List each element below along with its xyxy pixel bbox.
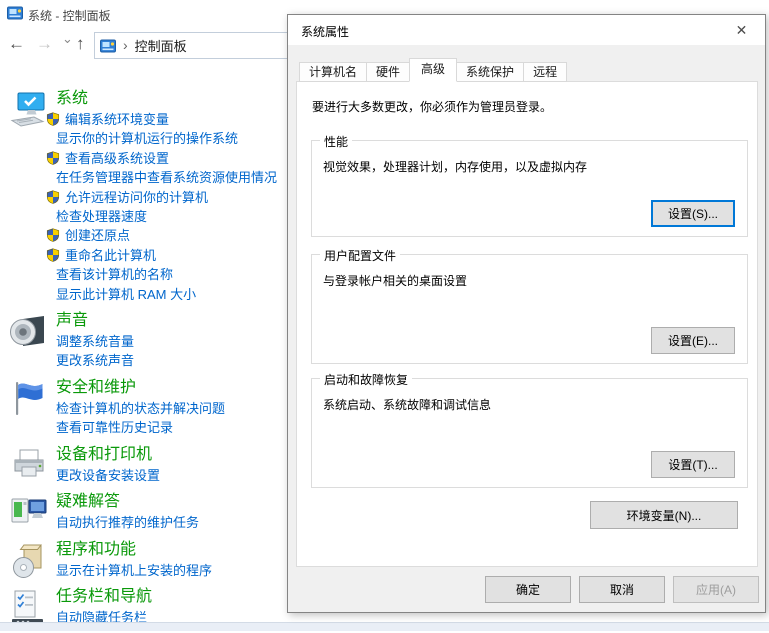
control-panel-icon: [7, 5, 23, 21]
user-profiles-group-title: 用户配置文件: [320, 247, 400, 264]
dialog-titlebar: 系统属性 ✕: [288, 15, 765, 45]
task-link[interactable]: 显示你的计算机运行的操作系统: [56, 129, 287, 148]
task-label: 显示你的计算机运行的操作系统: [56, 131, 238, 146]
advanced-tab-page: 要进行大多数更改，你必须作为管理员登录。 性能 视觉效果，处理器计划，内存使用，…: [296, 81, 758, 567]
task-label: 重命名此计算机: [65, 248, 156, 263]
tab-computer-name[interactable]: 计算机名: [299, 62, 367, 82]
control-panel-icon: [100, 38, 116, 54]
task-label: 更改设备安装设置: [56, 468, 160, 483]
uac-shield-icon: [46, 248, 60, 262]
environment-variables-button[interactable]: 环境变量(N)...: [590, 501, 738, 529]
apply-button: 应用(A): [673, 576, 759, 603]
task-link[interactable]: 检查计算机的状态并解决问题: [56, 399, 287, 418]
task-link[interactable]: 显示在计算机上安装的程序: [56, 561, 287, 580]
task-link[interactable]: 编辑系统环境变量: [56, 110, 287, 129]
user-profiles-group-desc: 与登录帐户相关的桌面设置: [323, 272, 467, 289]
task-label: 检查处理器速度: [56, 209, 147, 224]
section-title-programs[interactable]: 程序和功能: [56, 539, 136, 561]
startup-recovery-group-title: 启动和故障恢复: [320, 371, 412, 388]
section-devices-printers: 设备和打印机 更改设备安装设置: [0, 444, 287, 485]
task-link[interactable]: 查看该计算机的名称: [56, 265, 287, 284]
uac-shield-icon: [46, 151, 60, 165]
task-label: 查看高级系统设置: [65, 151, 169, 166]
close-icon[interactable]: ✕: [719, 16, 764, 44]
task-link[interactable]: 检查处理器速度: [56, 207, 287, 226]
section-title-devices[interactable]: 设备和打印机: [56, 444, 152, 466]
task-label: 创建还原点: [65, 228, 130, 243]
task-link[interactable]: 更改系统声音: [56, 351, 287, 370]
tab-advanced[interactable]: 高级: [409, 58, 457, 82]
breadcrumb[interactable]: 控制面板: [135, 36, 187, 55]
performance-group: 性能 视觉效果，处理器计划，内存使用，以及虚拟内存 设置(S)...: [311, 140, 748, 237]
task-link[interactable]: 更改设备安装设置: [56, 466, 287, 485]
window-title: 系统 - 控制面板: [28, 7, 111, 24]
task-link[interactable]: 查看可靠性历史记录: [56, 418, 287, 437]
task-link[interactable]: 调整系统音量: [56, 332, 287, 351]
dialog-title: 系统属性: [301, 23, 349, 40]
sound-icon: [9, 312, 49, 352]
up-icon[interactable]: ↑: [76, 34, 85, 54]
window-bottom-edge: [0, 622, 769, 631]
tab-system-protection[interactable]: 系统保护: [456, 62, 524, 82]
section-title-system[interactable]: 系统: [56, 88, 88, 110]
control-panel-task-list: 系统 编辑系统环境变量 显示你的计算机运行的操作系统 查看高级系统设置 在任务管…: [0, 88, 287, 633]
printer-icon: [9, 446, 49, 486]
task-label: 更改系统声音: [56, 353, 134, 368]
task-link[interactable]: 自动执行推荐的维护任务: [56, 513, 287, 532]
task-link[interactable]: 在任务管理器中查看系统资源使用情况: [56, 168, 287, 187]
startup-recovery-settings-button[interactable]: 设置(T)...: [651, 451, 735, 478]
task-link[interactable]: 允许远程访问你的计算机: [56, 188, 287, 207]
uac-shield-icon: [46, 190, 60, 204]
system-properties-dialog: 系统属性 ✕ 计算机名 硬件 高级 系统保护 远程 要进行大多数更改，你必须作为…: [287, 14, 766, 613]
section-system: 系统 编辑系统环境变量 显示你的计算机运行的操作系统 查看高级系统设置 在任务管…: [0, 88, 287, 304]
performance-settings-button[interactable]: 设置(S)...: [651, 200, 735, 227]
section-title-sound[interactable]: 声音: [56, 310, 88, 332]
performance-group-desc: 视觉效果，处理器计划，内存使用，以及虚拟内存: [323, 158, 587, 175]
history-dropdown-icon[interactable]: ⌄: [62, 31, 73, 47]
section-security-maintenance: 安全和维护 检查计算机的状态并解决问题 查看可靠性历史记录: [0, 377, 287, 438]
task-link[interactable]: 重命名此计算机: [56, 246, 287, 265]
ok-button[interactable]: 确定: [485, 576, 571, 603]
task-label: 检查计算机的状态并解决问题: [56, 401, 225, 416]
forward-icon[interactable]: →: [36, 34, 53, 54]
section-title-troubleshooting[interactable]: 疑难解答: [56, 491, 120, 513]
task-label: 允许远程访问你的计算机: [65, 190, 208, 205]
troubleshoot-icon: [9, 493, 49, 533]
cancel-button[interactable]: 取消: [579, 576, 665, 603]
back-icon[interactable]: ←: [8, 34, 25, 54]
task-label: 自动执行推荐的维护任务: [56, 515, 199, 530]
task-label: 查看该计算机的名称: [56, 267, 173, 282]
task-link[interactable]: 查看高级系统设置: [56, 149, 287, 168]
programs-icon: [9, 541, 49, 581]
breadcrumb-chevron-icon[interactable]: ›: [123, 37, 128, 53]
task-label: 显示在计算机上安装的程序: [56, 563, 212, 578]
section-title-security[interactable]: 安全和维护: [56, 377, 136, 399]
performance-group-title: 性能: [320, 133, 352, 150]
tab-hardware[interactable]: 硬件: [366, 62, 410, 82]
task-label: 显示此计算机 RAM 大小: [56, 287, 196, 302]
startup-recovery-group-desc: 系统启动、系统故障和调试信息: [323, 396, 491, 413]
system-icon: [9, 90, 49, 130]
task-label: 查看可靠性历史记录: [56, 420, 173, 435]
task-label: 在任务管理器中查看系统资源使用情况: [56, 170, 277, 185]
task-label: 调整系统音量: [56, 334, 134, 349]
startup-recovery-group: 启动和故障恢复 系统启动、系统故障和调试信息 设置(T)...: [311, 378, 748, 488]
dialog-tab-strip: 计算机名 硬件 高级 系统保护 远程: [299, 58, 566, 82]
user-profiles-group: 用户配置文件 与登录帐户相关的桌面设置 设置(E)...: [311, 254, 748, 364]
task-link[interactable]: 创建还原点: [56, 226, 287, 245]
section-troubleshooting: 疑难解答 自动执行推荐的维护任务: [0, 491, 287, 532]
tab-remote[interactable]: 远程: [523, 62, 567, 82]
section-title-taskbar[interactable]: 任务栏和导航: [56, 586, 152, 608]
flag-icon: [9, 379, 49, 419]
section-sound: 声音 调整系统音量 更改系统声音: [0, 310, 287, 371]
uac-shield-icon: [46, 228, 60, 242]
task-link[interactable]: 显示此计算机 RAM 大小: [56, 285, 287, 304]
task-label: 编辑系统环境变量: [65, 112, 169, 127]
section-programs-features: 程序和功能 显示在计算机上安装的程序: [0, 539, 287, 580]
admin-notice-text: 要进行大多数更改，你必须作为管理员登录。: [312, 98, 552, 115]
user-profiles-settings-button[interactable]: 设置(E)...: [651, 327, 735, 354]
